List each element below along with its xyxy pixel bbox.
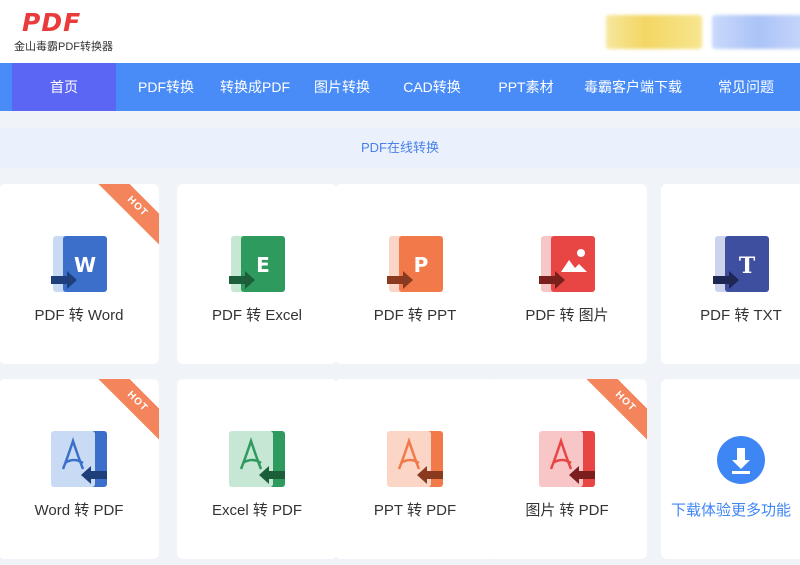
logo[interactable]: PDF 金山毒霸PDF转换器 [14,8,124,56]
nav-item-client-download[interactable]: 毒霸客户端下载 [578,63,688,111]
nav-item-image-convert[interactable]: 图片转换 [305,63,379,111]
card-pdf-to-txt[interactable]: T PDF 转 TXT [661,184,800,364]
card-word-to-pdf[interactable]: HOT Word 转 PDF [0,379,159,559]
nav-item-home[interactable]: 首页 [12,63,116,111]
card-label: PDF 转 Excel [211,307,302,324]
pdf-from-word-icon [51,431,107,487]
card-pdf-to-excel[interactable]: E PDF 转 Excel [177,184,337,364]
ppt-doc-icon: P [387,236,443,292]
nav-item-to-pdf[interactable]: 转换成PDF [212,63,298,111]
card-pdf-to-word[interactable]: HOT W PDF 转 Word [0,184,159,364]
nav-item-pdf-convert[interactable]: PDF转换 [126,63,206,111]
nav-item-ppt-material[interactable]: PPT素材 [490,63,562,111]
card-label: PDF 转 Word [34,307,124,324]
blurred-account-button[interactable] [606,15,702,49]
nav-item-faq[interactable]: 常见问题 [708,63,784,111]
download-icon [717,436,765,484]
logo-subtitle: 金山毒霸PDF转换器 [14,41,113,53]
card-pdf-to-ppt[interactable]: P PDF 转 PPT [335,184,495,364]
section-bar: PDF在线转换 [0,128,800,168]
card-label: PDF 转 PPT [373,307,457,324]
card-image-to-pdf[interactable]: HOT 图片 转 PDF [487,379,647,559]
blurred-login-button[interactable] [712,15,800,49]
pdf-from-ppt-icon [387,431,443,487]
main-nav: 首页 PDF转换 转换成PDF 图片转换 CAD转换 PPT素材 毒霸客户端下载… [0,63,800,111]
card-label: PDF 转 TXT [700,307,782,324]
card-label: 图片 转 PDF [525,502,609,519]
excel-doc-icon: E [229,236,285,292]
card-label: PPT 转 PDF [373,502,457,519]
card-download-more[interactable]: 下载体验更多功能 [661,379,800,559]
card-excel-to-pdf[interactable]: Excel 转 PDF [177,379,337,559]
download-more-label: 下载体验更多功能 [670,502,791,519]
svg-text:E: E [256,253,270,277]
svg-text:T: T [739,253,756,279]
nav-item-cad-convert[interactable]: CAD转换 [394,63,470,111]
svg-text:P: P [414,253,429,277]
pdf-from-image-icon [539,431,595,487]
logo-mark: PDF [22,8,82,37]
card-ppt-to-pdf[interactable]: PPT 转 PDF [335,379,495,559]
card-label: Word 转 PDF [34,502,124,519]
svg-text:W: W [74,253,96,277]
card-pdf-to-image[interactable]: PDF 转 图片 [487,184,647,364]
image-doc-icon [539,236,595,292]
section-title: PDF在线转换 [360,140,439,155]
card-label: Excel 转 PDF [211,502,302,519]
header: PDF 金山毒霸PDF转换器 [0,0,800,63]
word-doc-icon: W [51,236,107,292]
card-label: PDF 转 图片 [525,307,609,324]
txt-doc-icon: T [713,236,769,292]
pdf-from-excel-icon [229,431,285,487]
